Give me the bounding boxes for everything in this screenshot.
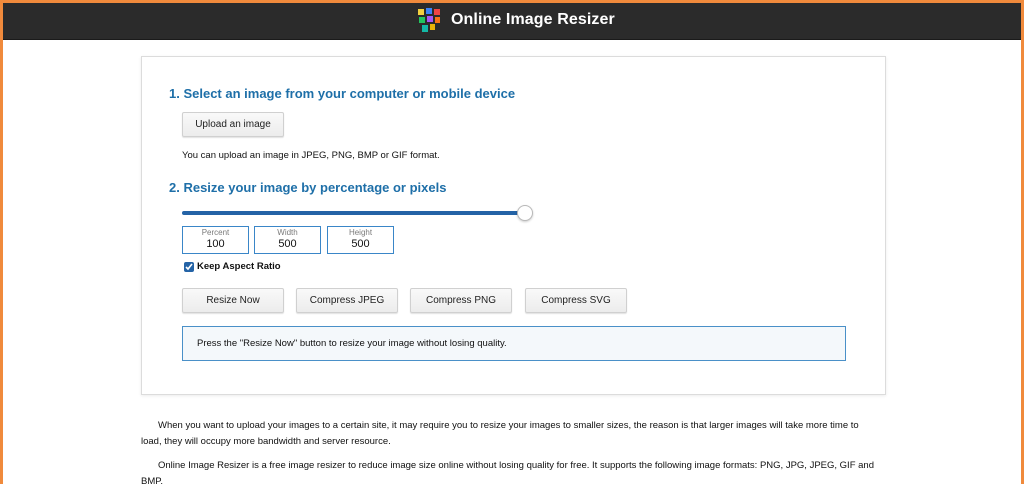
info-message: Press the "Resize Now" button to resize …	[197, 338, 507, 349]
intro-paragraph-1: When you want to upload your images to a…	[141, 420, 859, 447]
width-input[interactable]	[255, 238, 320, 250]
resize-now-button[interactable]: Resize Now	[182, 288, 284, 313]
resize-slider-thumb[interactable]	[517, 205, 533, 221]
height-field: Height	[327, 226, 394, 254]
site-title: Online Image Resizer	[451, 11, 615, 28]
compress-svg-button[interactable]: Compress SVG	[525, 288, 627, 313]
keep-aspect-checkbox[interactable]	[184, 261, 194, 272]
info-message-box: Press the "Resize Now" button to resize …	[182, 326, 846, 361]
keep-aspect-label: Keep Aspect Ratio	[197, 261, 281, 272]
brand[interactable]: Online Image Resizer	[416, 5, 615, 35]
resizer-card: 1. Select an image from your computer or…	[141, 56, 886, 395]
upload-image-button[interactable]: Upload an image	[182, 112, 284, 137]
keep-aspect-ratio[interactable]: Keep Aspect Ratio	[184, 261, 281, 272]
width-field: Width	[254, 226, 321, 254]
step2-title: 2. Resize your image by percentage or pi…	[169, 180, 447, 195]
image-tiles-icon	[418, 8, 440, 32]
percent-field: Percent	[182, 226, 249, 254]
height-input[interactable]	[328, 238, 393, 250]
percent-label: Percent	[201, 228, 230, 237]
compress-png-button[interactable]: Compress PNG	[410, 288, 512, 313]
upload-format-note: You can upload an image in JPEG, PNG, BM…	[182, 150, 440, 161]
percent-input[interactable]	[183, 238, 248, 250]
top-bar: Online Image Resizer	[0, 0, 1024, 40]
step1-title: 1. Select an image from your computer or…	[169, 86, 516, 101]
width-label: Width	[277, 228, 298, 237]
compress-jpeg-button[interactable]: Compress JPEG	[296, 288, 398, 313]
height-label: Height	[348, 228, 373, 237]
intro-paragraph-2: Online Image Resizer is a free image res…	[141, 460, 874, 487]
resize-slider-track[interactable]	[182, 211, 526, 215]
